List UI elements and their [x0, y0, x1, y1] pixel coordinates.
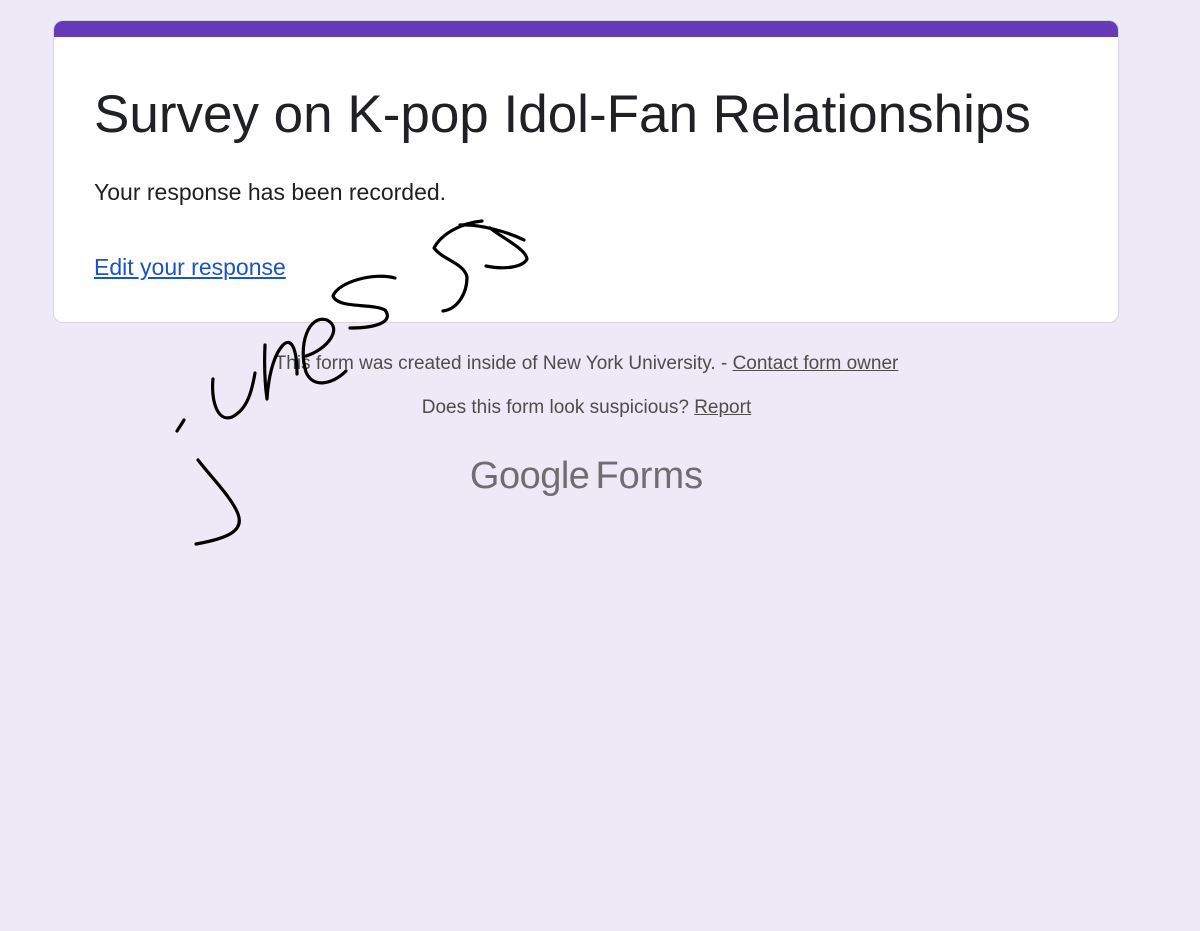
google-forms-logo[interactable]: Google Forms — [0, 452, 1173, 500]
logo-google-text: Google — [469, 455, 590, 497]
edit-response-link[interactable]: Edit your response — [94, 253, 286, 281]
org-notice-text: This form was created inside of New York… — [274, 353, 733, 374]
suspicious-notice: Does this form look suspicious? Report — [0, 396, 1173, 420]
org-notice: This form was created inside of New York… — [0, 352, 1173, 376]
page: Survey on K-pop Idol-Fan Relationships Y… — [0, 0, 1200, 931]
suspicious-text: Does this form look suspicious? — [421, 397, 695, 418]
logo-forms-text: Forms — [595, 455, 704, 497]
contact-owner-link[interactable]: Contact form owner — [733, 353, 899, 374]
response-card: Survey on K-pop Idol-Fan Relationships Y… — [53, 20, 1119, 323]
confirmation-message: Your response has been recorded. — [94, 179, 447, 205]
report-link[interactable]: Report — [694, 397, 751, 418]
form-title: Survey on K-pop Idol-Fan Relationships — [94, 85, 1031, 144]
card-accent-bar — [54, 21, 1118, 37]
